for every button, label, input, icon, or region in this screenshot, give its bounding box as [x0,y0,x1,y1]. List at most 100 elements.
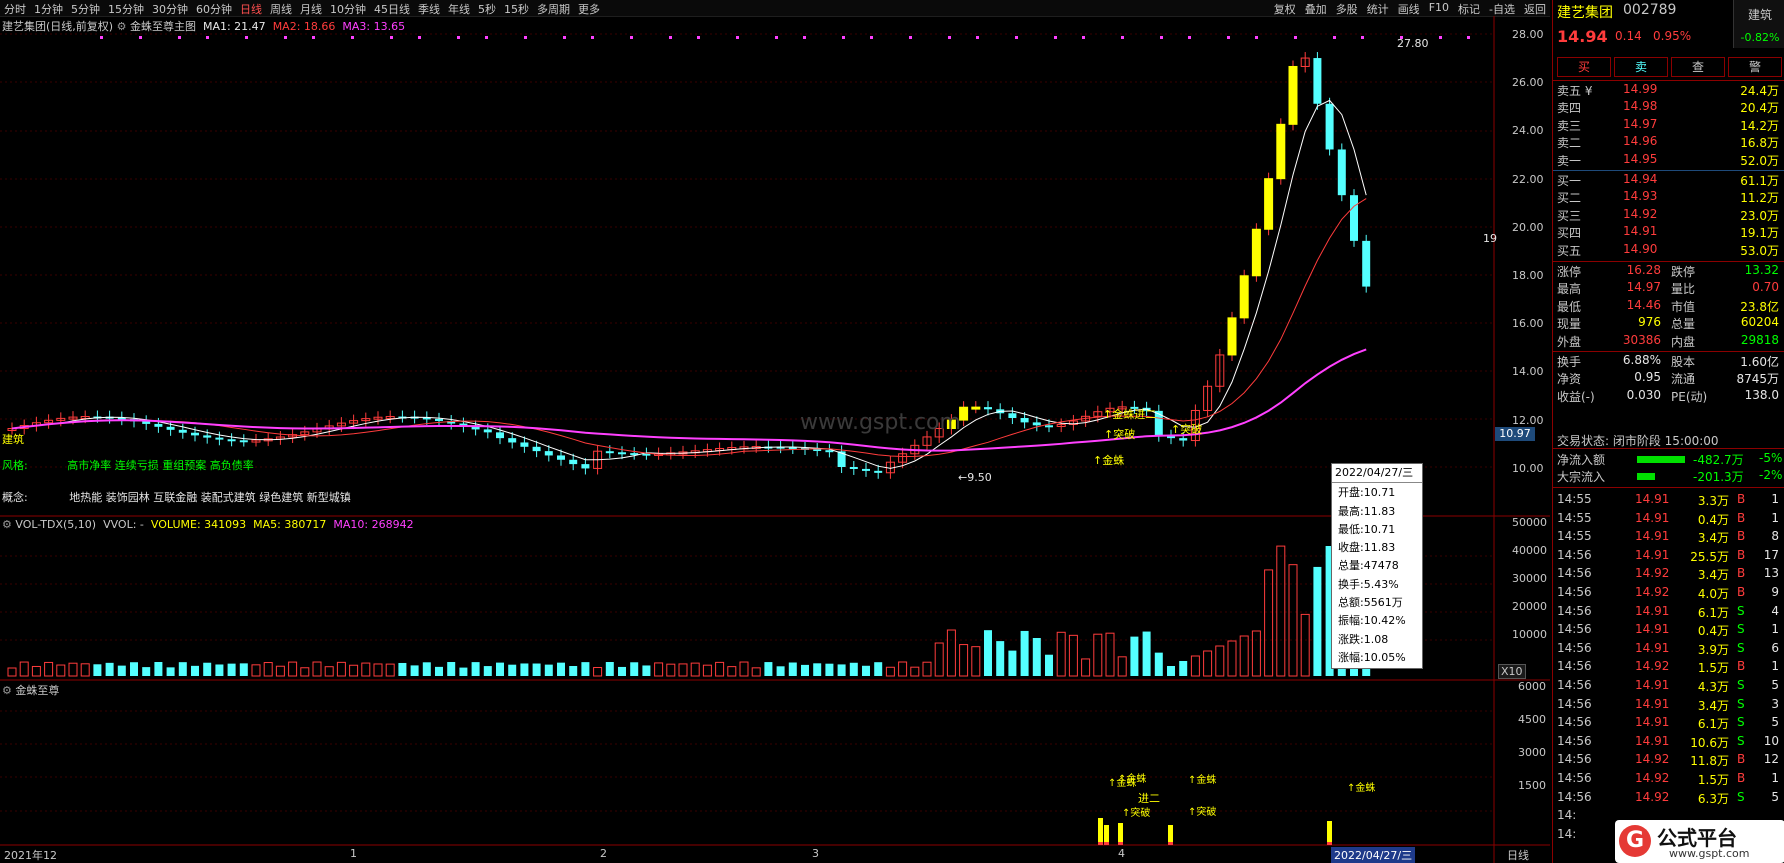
tick-time: 14:55 [1557,492,1592,506]
max-price-label: 27.80 [1397,37,1429,50]
tick-price: 14.91 [1635,510,1670,525]
current-price-tag: 10.97 [1495,427,1535,441]
bar-tooltip: 2022/04/27/三 开盘:10.71 最高:11.83 最低:10.71 收盘:… [1331,463,1423,670]
toolbar-action-2[interactable]: 多股 [1336,1,1358,17]
tick-time: 14:56 [1557,547,1592,562]
period-tab-3[interactable]: 15分钟 [108,1,144,17]
ask-vol: 16.8万 [1740,136,1779,151]
tooltip-line: 收盘:11.83 [1338,541,1396,555]
period-tab-7[interactable]: 周线 [270,1,292,17]
net-inflow-pct: -5% [1759,451,1783,465]
period-tab-16[interactable]: 更多 [578,1,600,17]
stat-value: 1.60亿 [1740,355,1779,369]
period-tab-13[interactable]: 5秒 [478,1,496,17]
tick-side: S [1737,789,1745,804]
chart-canvas[interactable] [0,16,1550,863]
stat-value: 14.46 [1626,297,1661,312]
bid-vol: 19.1万 [1740,226,1779,241]
vol-volume: VOLUME: 341093 [150,518,247,531]
period-tab-4[interactable]: 30分钟 [152,1,188,17]
sub-annot-7: ↑金蛛 [1347,783,1376,794]
tick-count: 5 [1771,678,1779,692]
ask-label: 卖四 [1557,101,1582,116]
tooltip-line: 振幅:10.42% [1338,614,1406,628]
tick-price: 14.92 [1635,771,1670,785]
period-tab-2[interactable]: 5分钟 [71,1,100,17]
time-tick: 4 [1118,847,1125,860]
stat-label: 最高 [1557,282,1582,297]
quote-change: 0.14 [1615,29,1642,43]
signal-jinzhu-1: ↑金蛛 [1093,454,1125,467]
tick-side: S [1737,622,1745,637]
bid-price: 14.91 [1623,224,1658,239]
tick-price: 14.91 [1635,678,1670,692]
tick-price: 14.92 [1635,752,1670,767]
tick-time: 14:55 [1557,529,1592,544]
trade-button-0[interactable]: 买 [1557,57,1611,77]
vol-ma10: MA10: 268942 [333,518,414,531]
grid-lines [0,33,1494,812]
vol-gear-icon[interactable]: ⚙ [2,518,12,531]
tick-vol: 3.9万 [1697,642,1729,657]
sub-tick: 4500 [1518,713,1546,726]
period-tab-10[interactable]: 45日线 [374,1,410,17]
vol-legend: ⚙ VOL-TDX(5,10) VVOL: - VOLUME: 341093 M… [2,518,414,531]
flow-divider [1553,448,1784,449]
stat-value: 23.8亿 [1740,299,1779,314]
vol-axis: 50000 40000 30000 20000 10000 [1498,516,1552,680]
tick-vol: 6.1万 [1697,605,1729,620]
tick-time: 14:56 [1557,678,1592,692]
period-tab-12[interactable]: 年线 [448,1,470,17]
ask-vol: 20.4万 [1740,101,1779,116]
period-tab-15[interactable]: 多周期 [537,1,570,17]
period-tab-14[interactable]: 15秒 [504,1,529,17]
toolbar-action-6[interactable]: 标记 [1458,1,1480,17]
min-price-label: ←9.50 [958,471,992,484]
tick-time: 14:56 [1557,603,1592,618]
trade-button-1[interactable]: 卖 [1614,57,1668,77]
stat-label: 净资 [1557,372,1582,387]
tick-time: 14:56 [1557,659,1592,674]
stat-label: 外盘 [1557,334,1582,349]
quote-price: 14.94 [1557,27,1608,46]
tick-count: 1 [1771,622,1779,637]
tooltip-line: 总量:47478 [1338,559,1399,573]
tick-time: 14:56 [1557,752,1592,767]
ask-vol: 24.4万 [1740,84,1779,98]
sub-gear-icon[interactable]: ⚙ [2,684,12,697]
style-tags: 高市净率 连续亏损 重组预案 高负债率 [67,459,254,472]
signal-bars [1098,818,1332,845]
logo-icon: G [1619,825,1651,857]
period-tab-6[interactable]: 日线 [240,1,262,17]
toolbar-action-4[interactable]: 画线 [1398,1,1420,17]
stat-value: 976 [1638,315,1661,330]
sub-annot-4: 进二 [1138,792,1160,805]
ask-label: 卖三 [1557,118,1582,133]
toolbar-action-5[interactable]: F10 [1429,1,1449,17]
toolbar-action-3[interactable]: 统计 [1367,1,1389,17]
signal-jinzhu-2: ↑金蛛进二 [1103,408,1157,421]
tick-price: 14.91 [1635,622,1670,637]
period-tab-5[interactable]: 60分钟 [196,1,232,17]
tick-vol: 1.5万 [1697,661,1729,676]
stat-value: 8745万 [1736,372,1779,387]
toolbar-action-0[interactable]: 复权 [1274,1,1296,17]
bid-label: 买三 [1557,208,1582,223]
tick-time: 14: [1557,808,1577,823]
period-tab-1[interactable]: 1分钟 [34,1,63,17]
time-period: 日线 [1507,849,1529,862]
period-tab-9[interactable]: 10分钟 [330,1,366,17]
concept-tags: 地热能 装饰园林 互联金融 装配式建筑 绿色建筑 新型城镇 [69,491,351,504]
vol-tick: 20000 [1512,600,1547,613]
period-tab-8[interactable]: 月线 [300,1,322,17]
price-tick: 18.00 [1512,269,1544,282]
period-tab-11[interactable]: 季线 [418,1,440,17]
period-tab-0[interactable]: 分时 [4,1,26,17]
toolbar-action-1[interactable]: 叠加 [1305,1,1327,17]
bid-label: 买五 [1557,243,1582,258]
sector-box[interactable]: 建筑 -0.82% [1733,0,1784,48]
trade-button-2[interactable]: 查 [1671,57,1725,77]
trade-button-3[interactable]: 警 [1728,57,1782,77]
tick-vol: 4.3万 [1697,680,1729,694]
tick-vol: 4.0万 [1697,587,1729,601]
